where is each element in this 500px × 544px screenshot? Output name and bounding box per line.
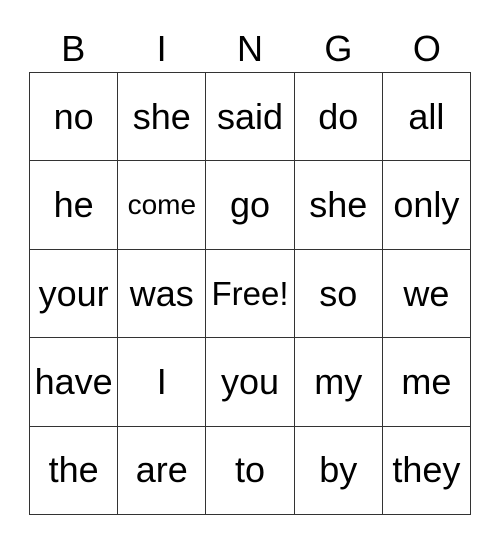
bingo-cell[interactable]: no — [30, 73, 119, 162]
bingo-cell[interactable]: to — [206, 426, 295, 516]
bingo-cell[interactable]: go — [206, 161, 295, 250]
bingo-cell[interactable]: by — [294, 426, 383, 516]
bingo-row: he come go she only — [30, 161, 472, 250]
bingo-cell[interactable]: was — [118, 249, 207, 339]
bingo-free-cell[interactable]: Free! — [206, 249, 295, 339]
bingo-cell-label: said — [216, 95, 284, 137]
bingo-cell-label: my — [314, 360, 363, 402]
header-letter-n: N — [237, 28, 264, 69]
bingo-cell-label: have — [34, 360, 113, 402]
bingo-cell-label: all — [408, 95, 445, 137]
bingo-cell[interactable]: I — [118, 338, 207, 427]
bingo-row: the are to by they — [30, 426, 472, 516]
bingo-cell[interactable]: she — [118, 73, 207, 162]
bingo-cell[interactable]: you — [206, 338, 295, 427]
bingo-cell[interactable]: me — [382, 338, 472, 427]
header-letter-o: O — [412, 28, 441, 69]
bingo-cell[interactable]: we — [382, 249, 472, 339]
bingo-cell-label: me — [401, 360, 452, 402]
bingo-free-label: Free! — [211, 275, 289, 313]
bingo-cell-label: are — [135, 449, 188, 491]
bingo-cell-label: your — [38, 272, 109, 314]
bingo-cell[interactable]: she — [294, 161, 383, 250]
bingo-cell-label: you — [220, 360, 280, 402]
bingo-row: your was Free! so we — [30, 249, 472, 339]
bingo-cell-label: I — [156, 360, 167, 402]
bingo-cell[interactable]: do — [294, 73, 383, 162]
bingo-cell[interactable]: only — [382, 161, 472, 250]
bingo-cell-label: come — [127, 189, 197, 221]
header-letter-i: I — [156, 28, 167, 69]
header-letter-g: G — [324, 28, 353, 69]
bingo-cell[interactable]: the — [30, 426, 119, 516]
bingo-card: B I N G O no she said do all he come go … — [0, 0, 500, 544]
bingo-cell-label: he — [53, 184, 94, 226]
bingo-cell[interactable]: said — [206, 73, 295, 162]
bingo-cell[interactable]: they — [382, 426, 472, 516]
bingo-row: have I you my me — [30, 338, 472, 427]
bingo-cell-label: to — [234, 449, 266, 491]
bingo-cell-label: go — [229, 184, 271, 226]
bingo-cell-label: she — [309, 184, 368, 226]
bingo-grid: no she said do all he come go she only y… — [29, 72, 472, 516]
bingo-cell[interactable]: come — [118, 161, 207, 250]
bingo-cell[interactable]: he — [30, 161, 119, 250]
bingo-cell-label: do — [318, 95, 359, 137]
header-letter-b: B — [61, 28, 86, 69]
bingo-cell-label: they — [392, 449, 461, 491]
bingo-header-row: B I N G O — [29, 26, 471, 72]
bingo-cell-label: by — [319, 449, 358, 491]
bingo-cell-label: no — [53, 95, 94, 137]
bingo-cell[interactable]: have — [30, 338, 119, 427]
bingo-row: no she said do all — [30, 73, 472, 162]
bingo-cell-label: so — [319, 272, 358, 314]
bingo-cell[interactable]: all — [382, 73, 472, 162]
bingo-cell[interactable]: my — [294, 338, 383, 427]
bingo-cell[interactable]: are — [118, 426, 207, 516]
bingo-cell-label: she — [132, 95, 191, 137]
bingo-cell[interactable]: so — [294, 249, 383, 339]
bingo-cell[interactable]: your — [30, 249, 119, 339]
bingo-cell-label: the — [48, 449, 99, 491]
bingo-cell-label: we — [403, 272, 450, 314]
bingo-cell-label: only — [393, 184, 460, 226]
bingo-cell-label: was — [129, 272, 194, 314]
